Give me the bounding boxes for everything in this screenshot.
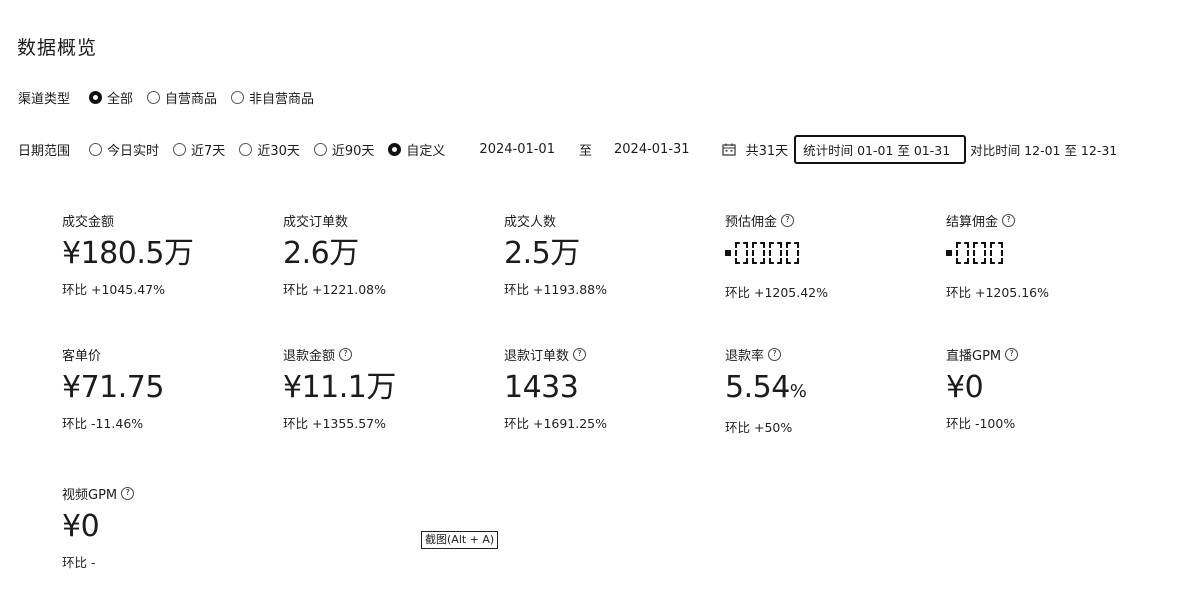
help-icon[interactable]: ? <box>1005 347 1019 361</box>
radio-date-today[interactable]: 今日实时 <box>89 140 159 159</box>
channel-filter-label: 渠道类型 <box>18 92 71 107</box>
date-filter: 日期范围 今日实时 近7天 近30天 近90天 自定义 2024-01-01 至… <box>18 135 1199 164</box>
radio-date-30d[interactable]: 近30天 <box>239 140 300 159</box>
metric-value: ¥11.1万 <box>283 370 396 405</box>
metric-value: ¥71.75 <box>62 370 164 405</box>
radio-unchecked-icon <box>313 143 327 156</box>
metric-change: 环比 +1045.47% <box>62 282 166 297</box>
radio-date-90d[interactable]: 近90天 <box>313 140 375 159</box>
help-icon[interactable]: ? <box>121 486 135 500</box>
metric-order-count: 成交订单数 2.6万 环比 +1221.08% <box>283 212 483 298</box>
metric-label: 退款金额 <box>283 348 336 364</box>
metric-refund-amount: 退款金额? ¥11.1万 环比 +1355.57% <box>283 346 483 432</box>
radio-label: 自营商品 <box>165 92 218 107</box>
metric-label: 退款率 <box>725 348 765 364</box>
radio-date-7d[interactable]: 近7天 <box>173 140 225 159</box>
metric-change: 环比 +1691.25% <box>504 416 608 431</box>
radio-channel-self-operated[interactable]: 自营商品 <box>147 88 217 107</box>
metric-value: ¥180.5万 <box>62 236 194 271</box>
metric-value: 1433 <box>504 370 579 405</box>
metric-value: ¥0 <box>62 509 100 544</box>
help-icon[interactable]: ? <box>1002 213 1016 227</box>
calendar-icon[interactable] <box>721 143 736 156</box>
metric-value: 2.6万 <box>283 236 359 271</box>
help-icon[interactable]: ? <box>339 347 353 361</box>
radio-label: 全部 <box>107 92 134 107</box>
metric-label: 视频GPM <box>62 487 118 503</box>
metric-label: 成交人数 <box>504 214 557 230</box>
help-icon[interactable]: ? <box>768 347 782 361</box>
compare-time-range: 对比时间 12-01 至 12-31 <box>970 143 1118 158</box>
date-filter-label: 日期范围 <box>18 144 71 159</box>
metric-change: 环比 - <box>62 555 96 570</box>
radio-channel-all[interactable]: 全部 <box>89 88 133 107</box>
end-date-input[interactable]: 2024-01-31 <box>614 142 690 157</box>
radio-label: 近30天 <box>257 144 300 159</box>
masked-value <box>725 238 799 268</box>
metric-value: ¥0 <box>946 370 984 405</box>
stat-time-range: 统计时间 01-01 至 01-31 <box>794 135 967 164</box>
masked-value <box>946 238 1003 268</box>
metric-label: 客单价 <box>62 348 102 364</box>
radio-unchecked-icon <box>89 143 103 156</box>
radio-label: 近90天 <box>331 144 375 159</box>
radio-unchecked-icon <box>231 91 245 104</box>
metric-live-gpm: 直播GPM? ¥0 环比 -100% <box>946 346 1146 432</box>
radio-channel-non-self-operated[interactable]: 非自营商品 <box>231 88 314 107</box>
metric-label: 退款订单数 <box>504 348 570 364</box>
radio-checked-icon <box>388 143 402 156</box>
channel-filter: 渠道类型 全部 自营商品 非自营商品 <box>18 88 328 107</box>
metric-settled-commission: 结算佣金? 环比 +1205.16% <box>946 212 1146 301</box>
metric-refund-rate: 退款率? 5.54% 环比 +50% <box>725 346 925 436</box>
radio-unchecked-icon <box>239 143 253 156</box>
radio-checked-icon <box>89 91 103 104</box>
metric-refund-order-count: 退款订单数? 1433 环比 +1691.25% <box>504 346 704 432</box>
metric-number: 5.54 <box>725 370 790 405</box>
metric-label: 直播GPM <box>946 348 1002 364</box>
metric-change: 环比 +1205.16% <box>946 285 1050 300</box>
metric-label: 预估佣金 <box>725 214 778 230</box>
metric-estimated-commission: 预估佣金? 环比 +1205.42% <box>725 212 925 301</box>
metric-avg-order-value: 客单价 ¥71.75 环比 -11.46% <box>62 346 262 432</box>
metric-change: 环比 -100% <box>946 416 1016 431</box>
metric-change: 环比 +1205.42% <box>725 285 829 300</box>
radio-label: 今日实时 <box>107 144 160 159</box>
metric-label: 成交订单数 <box>283 214 349 230</box>
day-count: 共31天 <box>745 144 789 159</box>
metric-change: 环比 +1355.57% <box>283 416 387 431</box>
radio-unchecked-icon <box>173 143 187 156</box>
radio-label: 非自营商品 <box>249 92 315 107</box>
help-icon[interactable]: ? <box>781 213 795 227</box>
metric-value: 2.5万 <box>504 236 580 271</box>
metric-video-gpm: 视频GPM? ¥0 环比 - <box>62 485 262 571</box>
metric-value: 5.54% <box>725 369 925 407</box>
metric-change: 环比 +1193.88% <box>504 282 608 297</box>
radio-date-custom[interactable]: 自定义 <box>388 140 445 159</box>
page-title: 数据概览 <box>17 37 98 59</box>
start-date-input[interactable]: 2024-01-01 <box>479 142 555 157</box>
help-icon[interactable]: ? <box>573 347 587 361</box>
metric-change: 环比 +50% <box>725 420 793 435</box>
metric-change: 环比 -11.46% <box>62 416 144 431</box>
metric-label: 成交金额 <box>62 214 115 230</box>
screenshot-tooltip: 截图(Alt + A) <box>421 531 499 549</box>
radio-unchecked-icon <box>147 91 161 104</box>
metric-unit: % <box>789 381 807 402</box>
metric-label: 结算佣金 <box>946 214 999 230</box>
metric-change: 环比 +1221.08% <box>283 282 387 297</box>
metric-buyer-count: 成交人数 2.5万 环比 +1193.88% <box>504 212 704 298</box>
date-separator: 至 <box>578 144 592 159</box>
radio-label: 自定义 <box>406 144 446 159</box>
metric-gmv: 成交金额 ¥180.5万 环比 +1045.47% <box>62 212 262 298</box>
radio-label: 近7天 <box>191 144 226 159</box>
